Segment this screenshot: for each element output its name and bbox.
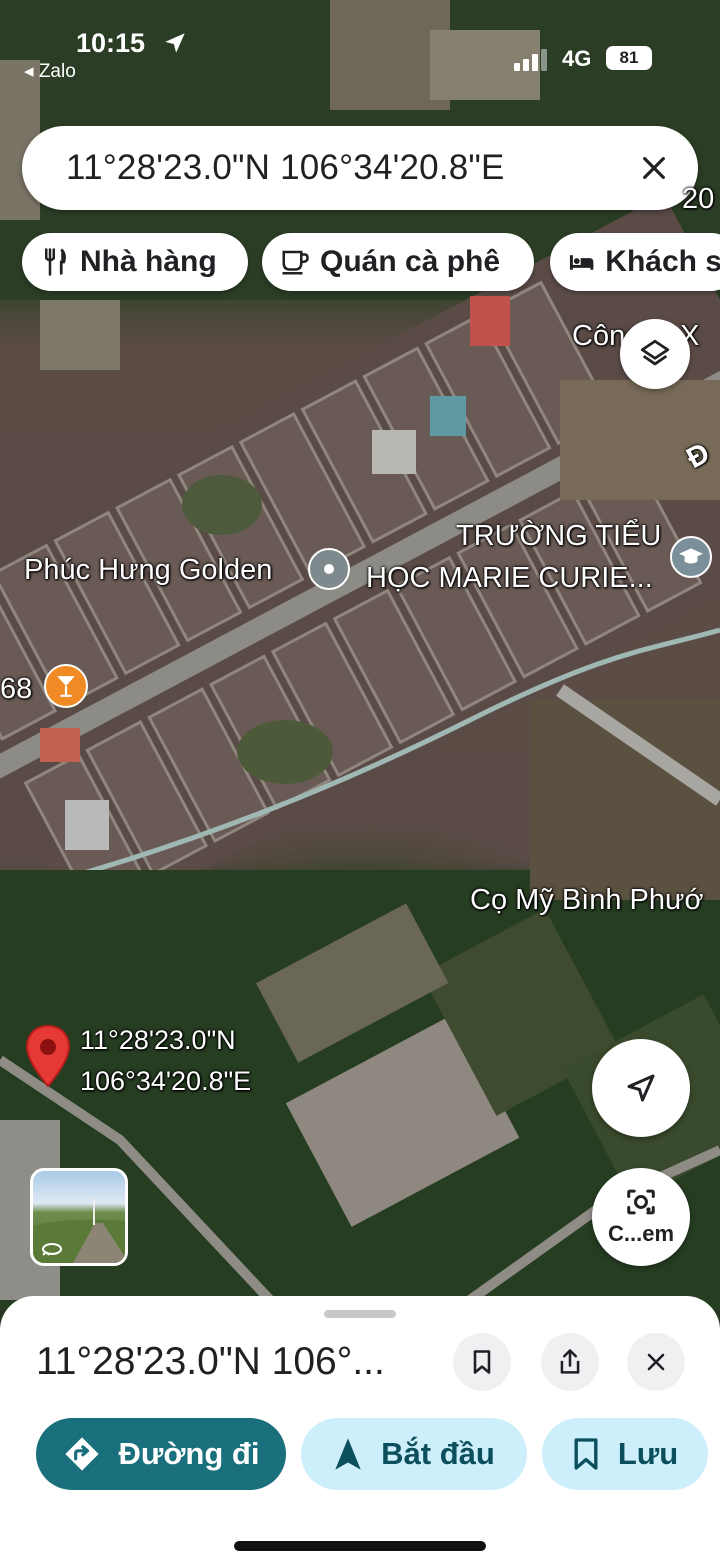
start-button[interactable]: Bắt đầu — [301, 1418, 527, 1490]
palm-place-label[interactable]: Cọ Mỹ Bình Phướ — [470, 884, 703, 917]
battery-level: 81 — [606, 46, 652, 70]
status-bar: 10:15 ◂ Zalo 4G 81 — [0, 0, 720, 90]
camera-button-label: C...em — [607, 1221, 675, 1246]
clock: 10:15 — [76, 28, 146, 58]
directions-button[interactable]: Đường đi — [36, 1418, 286, 1490]
graduation-cap-icon — [679, 548, 703, 564]
school-label-line2[interactable]: HỌC MARIE CURIE... — [366, 562, 653, 595]
cocktail-icon — [57, 676, 75, 697]
coffee-cup-icon — [282, 250, 309, 275]
navigation-start-icon — [335, 1438, 361, 1470]
fork-knife-icon — [45, 248, 66, 276]
layers-icon — [640, 339, 670, 366]
location-arrow-icon — [165, 33, 185, 53]
search-bar[interactable]: 11°28'23.0"N 106°34'20.8"E — [22, 126, 698, 210]
school-pin[interactable] — [670, 536, 712, 578]
network-type: 4G — [562, 46, 592, 71]
navigation-arrow-icon — [627, 1074, 655, 1102]
bookmark-icon — [574, 1438, 598, 1470]
search-query[interactable]: 11°28'23.0"N 106°34'20.8"E — [66, 148, 505, 188]
save-button[interactable]: Lưu — [542, 1418, 708, 1490]
bed-icon — [569, 255, 594, 270]
close-sheet-button[interactable] — [627, 1333, 685, 1391]
pin-latitude-label: 11°28'23.0"N — [80, 1025, 236, 1055]
share-icon — [560, 1349, 580, 1374]
sheet-grab-handle[interactable] — [324, 1310, 396, 1318]
bar-pin[interactable] — [44, 664, 88, 708]
bookmark-icon — [473, 1350, 491, 1374]
save-label: Lưu — [617, 1436, 679, 1471]
back-to-app[interactable]: ◂ Zalo — [24, 60, 76, 83]
start-label: Bắt đầu — [381, 1436, 495, 1471]
chip-hotels[interactable]: Khách s — [550, 233, 720, 291]
place-title: 11°28'23.0"N 106°... — [36, 1340, 385, 1383]
share-button[interactable] — [541, 1333, 599, 1391]
home-indicator[interactable] — [234, 1541, 486, 1551]
rotate-360-icon — [42, 1243, 62, 1256]
dropped-pin-icon[interactable] — [24, 1024, 72, 1090]
chip-label: Nhà hàng — [80, 245, 217, 278]
lens-camera-icon — [627, 1189, 655, 1215]
layers-button[interactable] — [620, 319, 690, 389]
poi-phuc-hung-pin[interactable] — [308, 548, 350, 590]
school-label-line1[interactable]: TRƯỜNG TIỂU — [456, 520, 661, 553]
chip-cafes[interactable]: Quán cà phê — [262, 233, 534, 291]
close-icon[interactable] — [638, 152, 670, 184]
close-icon — [647, 1353, 665, 1371]
camera-search-button[interactable]: C...em — [592, 1168, 690, 1266]
chip-restaurants[interactable]: Nhà hàng — [22, 233, 248, 291]
road-label-top: 20 — [682, 183, 715, 215]
chip-label: Quán cà phê — [320, 245, 501, 278]
cell-signal-icon — [514, 49, 547, 71]
directions-icon — [64, 1437, 99, 1471]
my-location-button[interactable] — [592, 1039, 690, 1137]
street-view-thumbnail[interactable] — [30, 1168, 128, 1266]
back-app-label: Zalo — [38, 61, 76, 82]
pin-longitude-label: 106°34'20.8"E — [80, 1066, 252, 1096]
directions-label: Đường đi — [118, 1436, 260, 1471]
bar-number-label[interactable]: 68 — [0, 673, 32, 706]
poi-phuc-hung-label[interactable]: Phúc Hưng Golden — [24, 554, 272, 587]
bookmark-button[interactable] — [453, 1333, 511, 1391]
location-dot-icon — [324, 564, 334, 574]
chip-label: Khách s — [605, 245, 720, 278]
